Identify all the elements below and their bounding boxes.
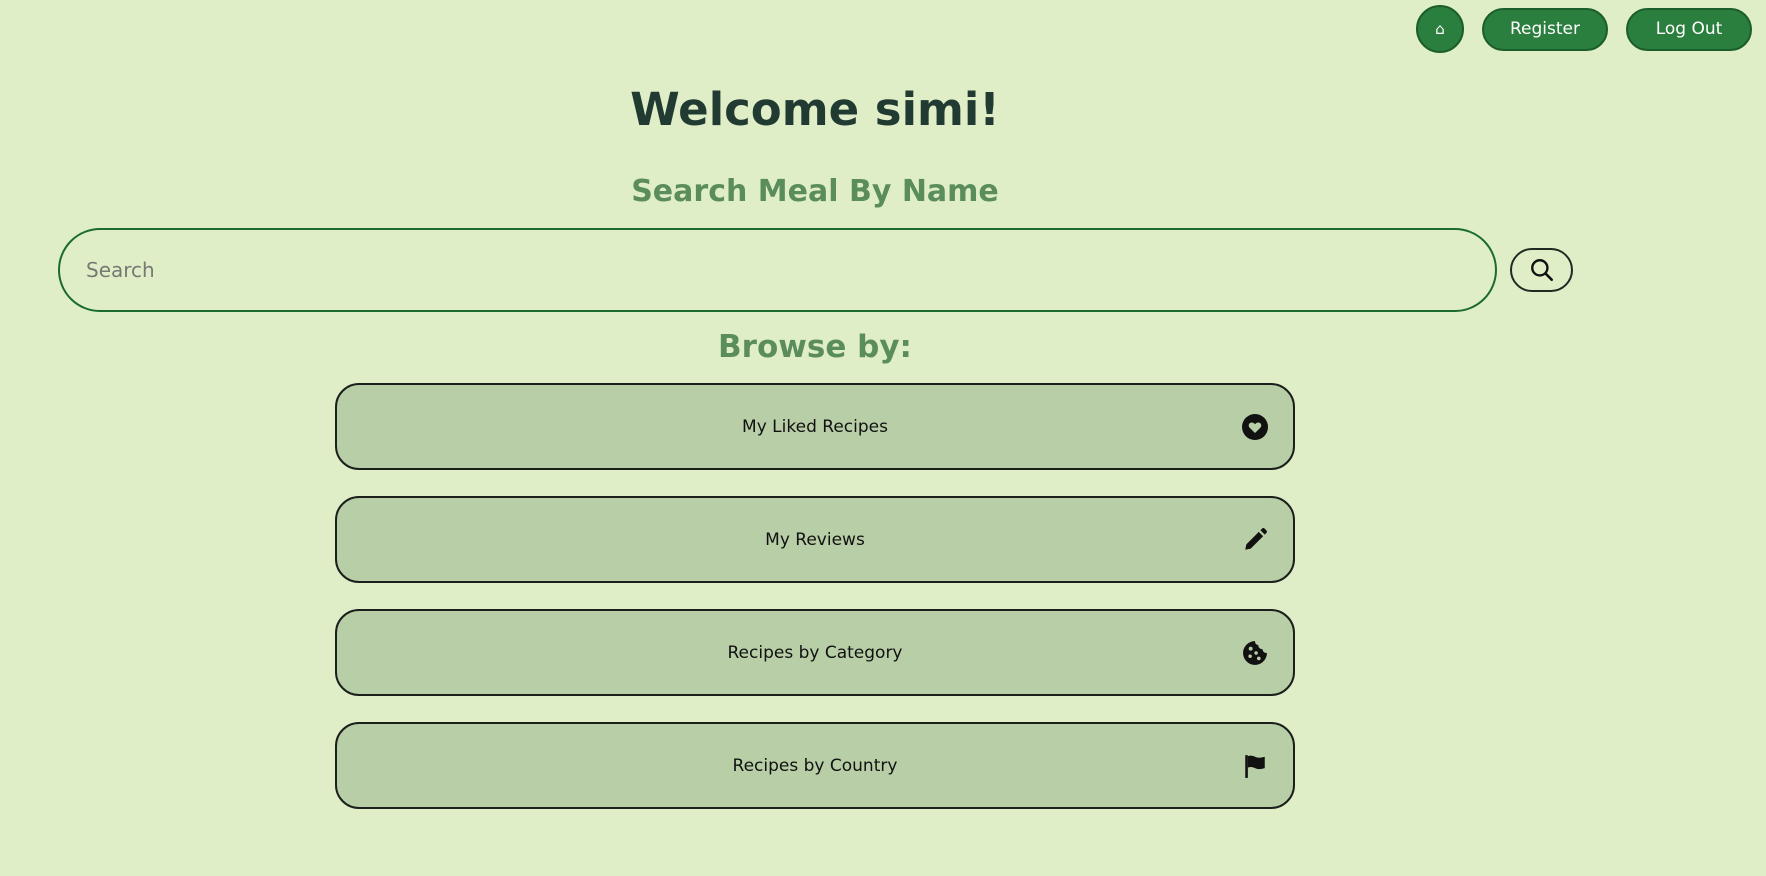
browse-item-label: Recipes by Category (727, 642, 903, 663)
liked-recipes-button[interactable]: My Liked Recipes (335, 383, 1295, 470)
logout-button[interactable]: Log Out (1626, 7, 1752, 51)
register-button[interactable]: Register (1482, 7, 1608, 51)
browse-list: My Liked Recipes My Reviews Recipes by C… (335, 383, 1295, 835)
search-button[interactable] (1510, 248, 1573, 292)
search-input[interactable] (58, 228, 1497, 312)
cookie-icon (1241, 639, 1269, 667)
country-button[interactable]: Recipes by Country (335, 722, 1295, 809)
search-icon (1530, 259, 1553, 282)
category-button[interactable]: Recipes by Category (335, 609, 1295, 696)
browse-heading: Browse by: (718, 329, 912, 365)
pencil-icon (1241, 526, 1269, 554)
welcome-heading: Welcome simi! (630, 83, 1000, 136)
heart-icon (1241, 413, 1269, 441)
home-button[interactable]: ⌂ (1416, 5, 1464, 53)
search-heading: Search Meal By Name (631, 174, 999, 209)
top-nav: ⌂ Register Log Out (1416, 5, 1752, 53)
home-icon: ⌂ (1435, 20, 1445, 38)
my-reviews-button[interactable]: My Reviews (335, 496, 1295, 583)
browse-item-label: Recipes by Country (732, 755, 898, 776)
browse-item-label: My Liked Recipes (742, 416, 888, 437)
flag-icon (1241, 752, 1269, 780)
browse-item-label: My Reviews (765, 529, 865, 550)
